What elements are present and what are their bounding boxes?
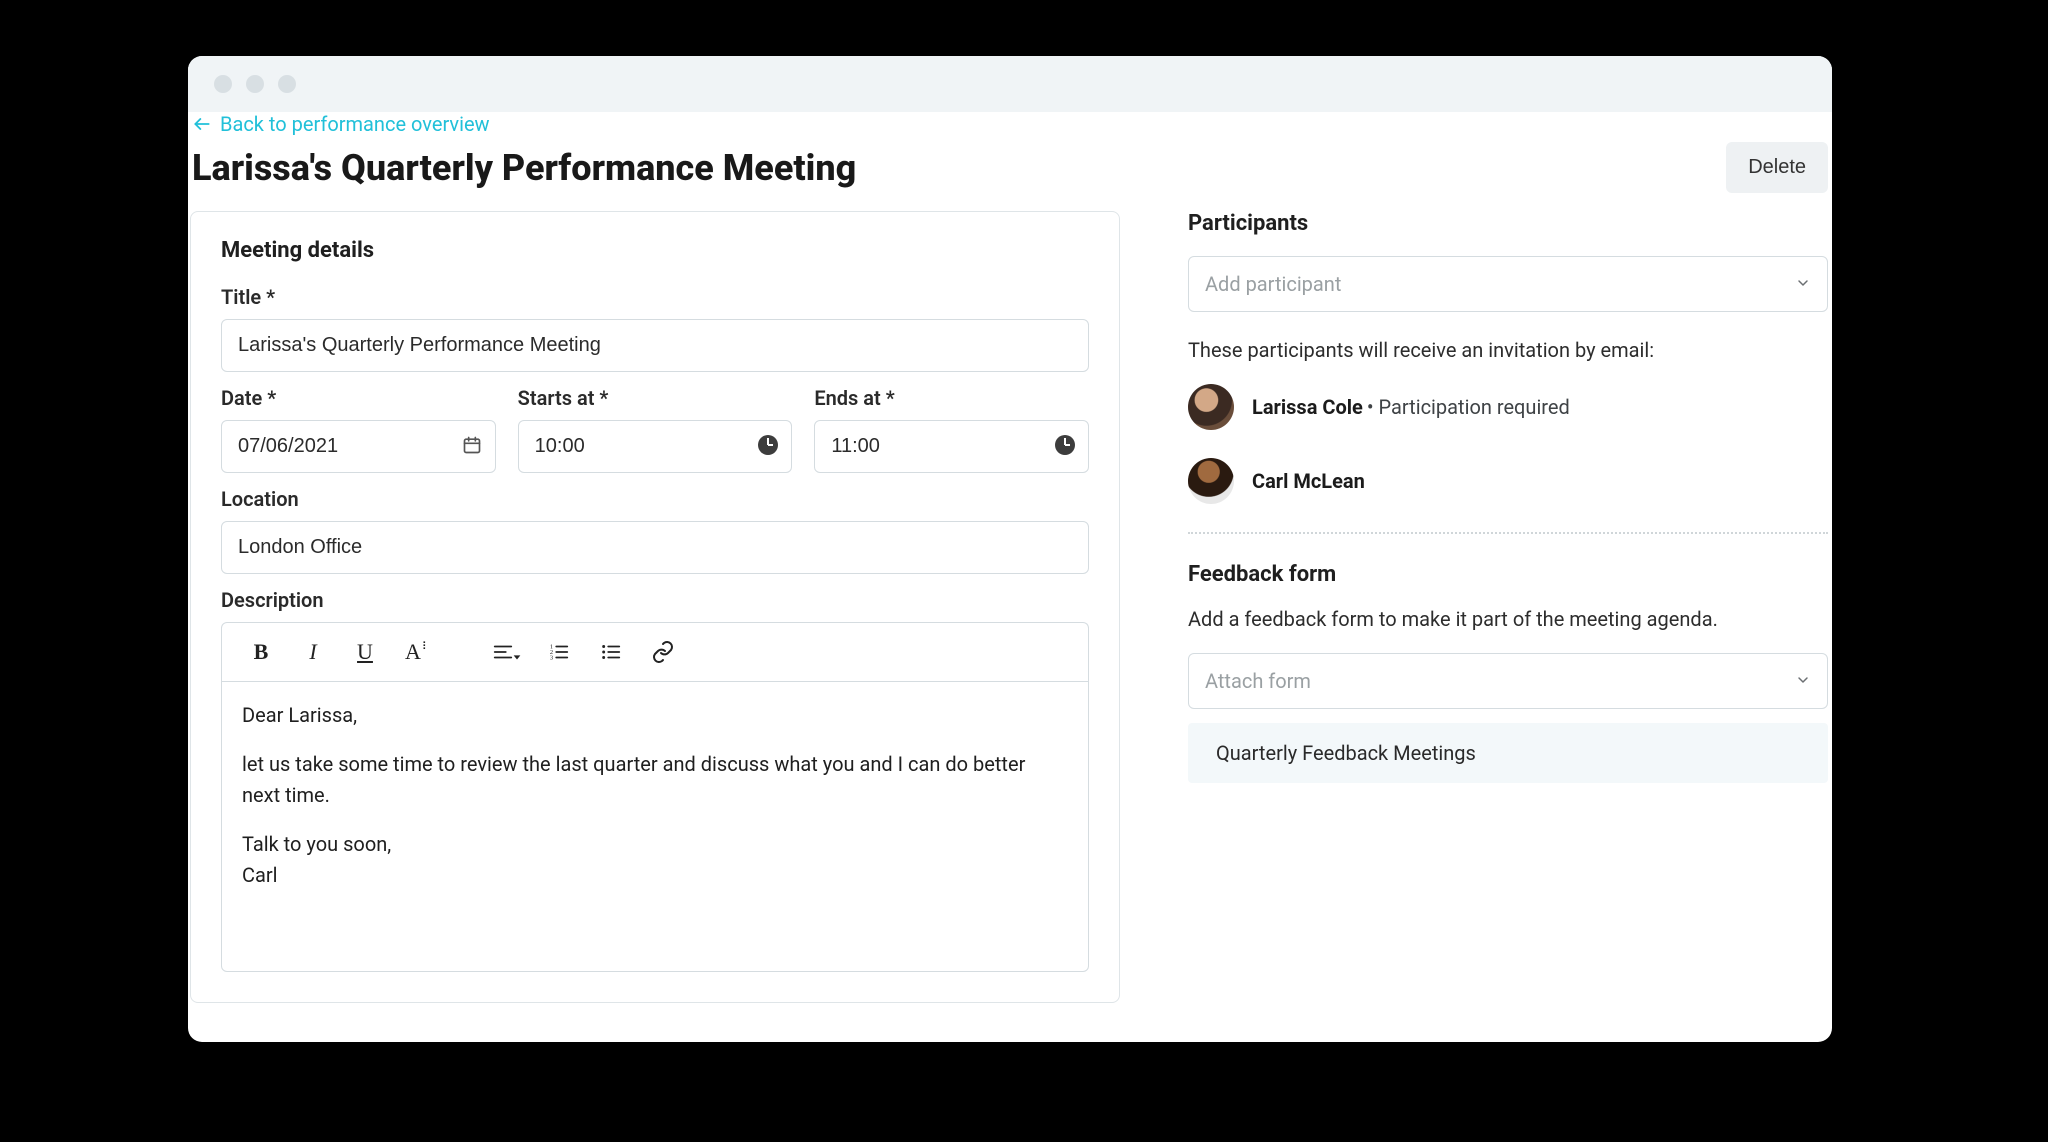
ordered-list-button[interactable]: 123 [538, 631, 580, 673]
calendar-icon[interactable] [462, 435, 482, 459]
ends-at-label: Ends at * [814, 386, 1089, 410]
clock-icon[interactable] [758, 435, 778, 459]
attached-form-item[interactable]: Quarterly Feedback Meetings [1188, 723, 1828, 783]
participant-note: • Participation required [1367, 395, 1570, 419]
italic-button[interactable]: I [292, 631, 334, 673]
bullet-list-button[interactable] [590, 631, 632, 673]
editor-line: let us take some time to review the last… [242, 749, 1068, 811]
underline-button[interactable]: U [344, 631, 386, 673]
meeting-details-heading: Meeting details [221, 238, 1089, 263]
window-control-maximize[interactable] [278, 75, 296, 93]
delete-button[interactable]: Delete [1726, 142, 1828, 193]
link-button[interactable] [642, 631, 684, 673]
svg-text:3: 3 [550, 654, 553, 661]
chevron-down-icon [1795, 272, 1811, 296]
editor-toolbar: B I U A⠇ 123 [221, 622, 1089, 681]
participant-name: Larissa Cole [1252, 395, 1363, 419]
participant-name: Carl McLean [1252, 469, 1365, 493]
attach-form-select[interactable]: Attach form [1188, 653, 1828, 709]
description-label: Description [221, 588, 1089, 612]
clock-icon[interactable] [1055, 435, 1075, 459]
starts-at-label: Starts at * [518, 386, 793, 410]
window-control-minimize[interactable] [246, 75, 264, 93]
editor-line: Dear Larissa, [242, 700, 1068, 731]
arrow-left-icon [192, 114, 212, 134]
back-link[interactable]: Back to performance overview [192, 112, 490, 136]
starts-at-input[interactable] [518, 420, 793, 473]
title-input[interactable] [221, 319, 1089, 372]
window-control-close[interactable] [214, 75, 232, 93]
ends-at-input[interactable] [814, 420, 1089, 473]
text-style-button[interactable]: A⠇ [396, 631, 438, 673]
align-button[interactable] [486, 631, 528, 673]
back-link-label: Back to performance overview [220, 112, 490, 136]
meeting-details-card: Meeting details Title * Date * [190, 211, 1120, 1003]
window-titlebar [188, 56, 1832, 112]
avatar [1188, 458, 1234, 504]
location-label: Location [221, 487, 1089, 511]
editor-line: Carl [242, 860, 1068, 891]
date-label: Date * [221, 386, 496, 410]
participant-text: Larissa Cole • Participation required [1252, 395, 1570, 419]
bold-button[interactable]: B [240, 631, 282, 673]
editor-line: Talk to you soon, [242, 829, 1068, 860]
participants-hint: These participants will receive an invit… [1188, 338, 1828, 362]
avatar [1188, 384, 1234, 430]
app-window: Back to performance overview Larissa's Q… [188, 56, 1832, 1042]
participant-row: Carl McLean [1188, 458, 1828, 504]
participant-row: Larissa Cole • Participation required [1188, 384, 1828, 430]
participants-heading: Participants [1188, 211, 1828, 236]
add-participant-select[interactable]: Add participant [1188, 256, 1828, 312]
description-editor[interactable]: Dear Larissa, let us take some time to r… [221, 681, 1089, 972]
attach-form-placeholder: Attach form [1205, 669, 1311, 693]
feedback-hint: Add a feedback form to make it part of t… [1188, 607, 1828, 631]
divider [1188, 532, 1828, 534]
title-label: Title * [221, 285, 1089, 309]
location-input[interactable] [221, 521, 1089, 574]
add-participant-placeholder: Add participant [1205, 272, 1341, 296]
date-input[interactable] [221, 420, 496, 473]
feedback-heading: Feedback form [1188, 562, 1828, 587]
chevron-down-icon [1795, 669, 1811, 693]
page-title: Larissa's Quarterly Performance Meeting [192, 147, 856, 189]
